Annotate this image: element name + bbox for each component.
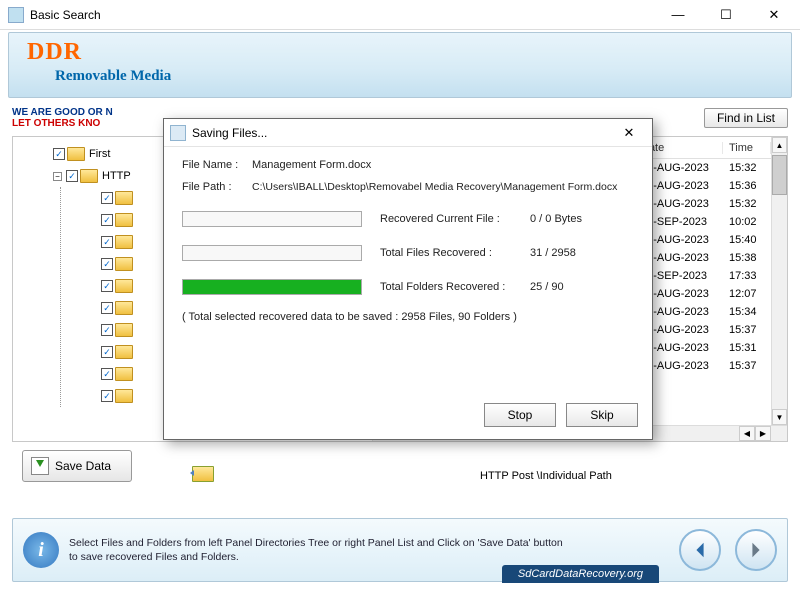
scroll-up-icon[interactable]: ▲ [772, 137, 787, 153]
checkbox-icon[interactable]: ✓ [101, 214, 113, 226]
cell-time: 12:07 [723, 288, 771, 300]
window-title: Basic Search [30, 8, 660, 22]
folder-icon [115, 213, 133, 227]
logo-text-bottom: Removable Media [55, 68, 773, 85]
save-data-label: Save Data [55, 459, 111, 473]
window-titlebar: Basic Search — ☐ ✕ [0, 0, 800, 30]
checkbox-icon[interactable]: ✓ [101, 192, 113, 204]
folder-icon [115, 301, 133, 315]
checkbox-icon[interactable]: ✓ [66, 170, 78, 182]
progress-total-folders [182, 279, 362, 295]
maximize-button[interactable]: ☐ [708, 3, 744, 27]
brand-pill: SdCardDataRecovery.org [502, 565, 659, 583]
checkbox-icon[interactable]: ✓ [101, 258, 113, 270]
vertical-scrollbar[interactable]: ▲ ▼ [771, 137, 787, 441]
checkbox-icon[interactable]: ✓ [53, 148, 65, 160]
progress-files-value: 31 / 2958 [530, 247, 576, 259]
dialog-note: ( Total selected recovered data to be sa… [182, 311, 634, 323]
folder-icon [115, 367, 133, 381]
saving-files-dialog: Saving Files... ✕ File Name : Management… [163, 118, 653, 440]
nav-back-button[interactable] [679, 529, 721, 571]
logo-text-top: DDR [27, 39, 773, 66]
stop-button[interactable]: Stop [484, 403, 556, 427]
footer-bar: i Select Files and Folders from left Pan… [12, 518, 788, 582]
scroll-down-icon[interactable]: ▼ [772, 409, 787, 425]
file-path-value: C:\Users\IBALL\Desktop\Removabel Media R… [252, 181, 617, 193]
progress-files-label: Total Files Recovered : [380, 247, 530, 259]
folder-icon [115, 191, 133, 205]
column-time[interactable]: Time [723, 142, 771, 154]
find-in-list-button[interactable]: Find in List [704, 108, 788, 128]
folder-icon [67, 147, 85, 161]
checkbox-icon[interactable]: ✓ [101, 346, 113, 358]
cell-time: 15:31 [723, 342, 771, 354]
file-name-value: Management Form.docx [252, 159, 371, 171]
tree-label: HTTP [102, 170, 131, 182]
scroll-right-icon[interactable]: ▶ [755, 426, 771, 441]
folder-icon [115, 389, 133, 403]
progress-folders-label: Total Folders Recovered : [380, 281, 530, 293]
progress-current-value: 0 / 0 Bytes [530, 213, 582, 225]
current-path: HTTP Post \Individual Path [480, 470, 612, 482]
folder-icon [115, 279, 133, 293]
folder-icon [115, 323, 133, 337]
checkbox-icon[interactable]: ✓ [101, 280, 113, 292]
cell-time: 15:32 [723, 198, 771, 210]
checkbox-icon[interactable]: ✓ [101, 368, 113, 380]
dialog-icon [170, 125, 186, 141]
cell-time: 15:34 [723, 306, 771, 318]
folder-icon [80, 169, 98, 183]
scroll-left-icon[interactable]: ◀ [739, 426, 755, 441]
download-icon [31, 457, 49, 475]
save-data-button[interactable]: Save Data [22, 450, 132, 482]
checkbox-icon[interactable]: ✓ [101, 302, 113, 314]
close-button[interactable]: ✕ [756, 3, 792, 27]
skip-button[interactable]: Skip [566, 403, 638, 427]
progress-folders-value: 25 / 90 [530, 281, 564, 293]
folder-icon [115, 257, 133, 271]
cell-time: 15:37 [723, 324, 771, 336]
dialog-title: Saving Files... [192, 126, 612, 140]
info-icon: i [23, 532, 59, 568]
nav-forward-button[interactable] [735, 529, 777, 571]
slogan-line2: LET OTHERS KNO [12, 118, 113, 129]
folder-icon[interactable] [192, 466, 214, 482]
dialog-titlebar: Saving Files... ✕ [164, 119, 652, 147]
folder-icon [115, 235, 133, 249]
file-name-label: File Name : [182, 159, 252, 171]
folder-icon [115, 345, 133, 359]
app-banner: DDR Removable Media [8, 32, 792, 98]
dialog-close-button[interactable]: ✕ [612, 122, 646, 144]
cell-time: 15:36 [723, 180, 771, 192]
footer-hint: Select Files and Folders from left Panel… [69, 536, 569, 564]
progress-total-files [182, 245, 362, 261]
slogan-line1: WE ARE GOOD OR N [12, 107, 113, 118]
collapse-icon[interactable]: − [53, 172, 62, 181]
app-icon [8, 7, 24, 23]
cell-time: 15:38 [723, 252, 771, 264]
progress-current-file [182, 211, 362, 227]
cell-time: 15:37 [723, 360, 771, 372]
minimize-button[interactable]: — [660, 3, 696, 27]
cell-time: 10:02 [723, 216, 771, 228]
scroll-thumb[interactable] [772, 155, 787, 195]
checkbox-icon[interactable]: ✓ [101, 324, 113, 336]
cell-time: 15:32 [723, 162, 771, 174]
cell-time: 15:40 [723, 234, 771, 246]
progress-current-label: Recovered Current File : [380, 213, 530, 225]
slogan: WE ARE GOOD OR N LET OTHERS KNO [12, 107, 113, 129]
file-path-label: File Path : [182, 181, 252, 193]
checkbox-icon[interactable]: ✓ [101, 390, 113, 402]
checkbox-icon[interactable]: ✓ [101, 236, 113, 248]
cell-time: 17:33 [723, 270, 771, 282]
tree-label: First [89, 148, 110, 160]
